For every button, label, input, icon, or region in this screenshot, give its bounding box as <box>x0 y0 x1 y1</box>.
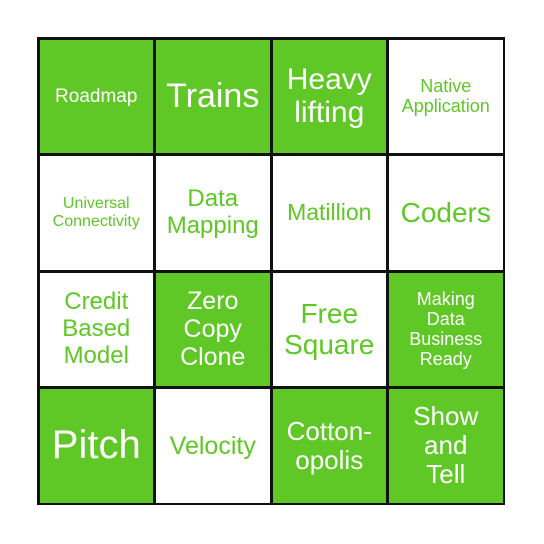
bingo-cell[interactable]: Data Mapping <box>156 156 270 270</box>
bingo-cell-label: Credit Based Model <box>62 287 131 369</box>
bingo-cell-label: Cotton-opolis <box>286 415 372 475</box>
bingo-cell-label: Heavy lifting <box>286 62 372 130</box>
bingo-cell-label: Matillion <box>287 198 372 225</box>
bingo-cell-label: Trains <box>166 77 260 116</box>
bingo-cell[interactable]: Making Data Business Ready <box>389 272 503 386</box>
bingo-cell-label: Zero Copy Clone <box>180 287 246 372</box>
bingo-board: Roadmap Trains Heavy lifting Native Applicati… <box>37 37 505 505</box>
bingo-cell-label: Universal Connectivity <box>52 194 140 230</box>
bingo-cell-label: Free Square <box>284 297 375 361</box>
bingo-cell[interactable]: Native Application <box>389 39 503 153</box>
bingo-cell-label: Making Data Business Ready <box>409 288 483 370</box>
bingo-cell[interactable]: Trains <box>156 39 270 153</box>
bingo-cell[interactable]: Credit Based Model <box>39 272 153 386</box>
bingo-cell-label: Show and Tell <box>413 401 479 490</box>
bingo-cell[interactable]: Matillion <box>272 156 386 270</box>
bingo-cell-label: Roadmap <box>55 85 138 107</box>
bingo-cell-label: Coders <box>400 197 491 229</box>
bingo-cell[interactable]: Velocity <box>156 389 270 503</box>
bingo-cell[interactable]: Show and Tell <box>389 389 503 503</box>
bingo-cell[interactable]: Heavy lifting <box>272 39 386 153</box>
bingo-cell[interactable]: Coders <box>389 156 503 270</box>
bingo-cell[interactable]: Free Square <box>272 272 386 386</box>
bingo-cell[interactable]: Universal Connectivity <box>39 156 153 270</box>
bingo-cell[interactable]: Zero Copy Clone <box>156 272 270 386</box>
bingo-cell[interactable]: Roadmap <box>39 39 153 153</box>
bingo-cell-label: Data Mapping <box>166 184 259 239</box>
bingo-cell[interactable]: Pitch <box>39 389 153 503</box>
bingo-cell-label: Pitch <box>51 423 141 468</box>
bingo-cell[interactable]: Cotton-opolis <box>272 389 386 503</box>
bingo-cell-label: Velocity <box>169 431 256 460</box>
bingo-cell-label: Native Application <box>401 76 490 117</box>
